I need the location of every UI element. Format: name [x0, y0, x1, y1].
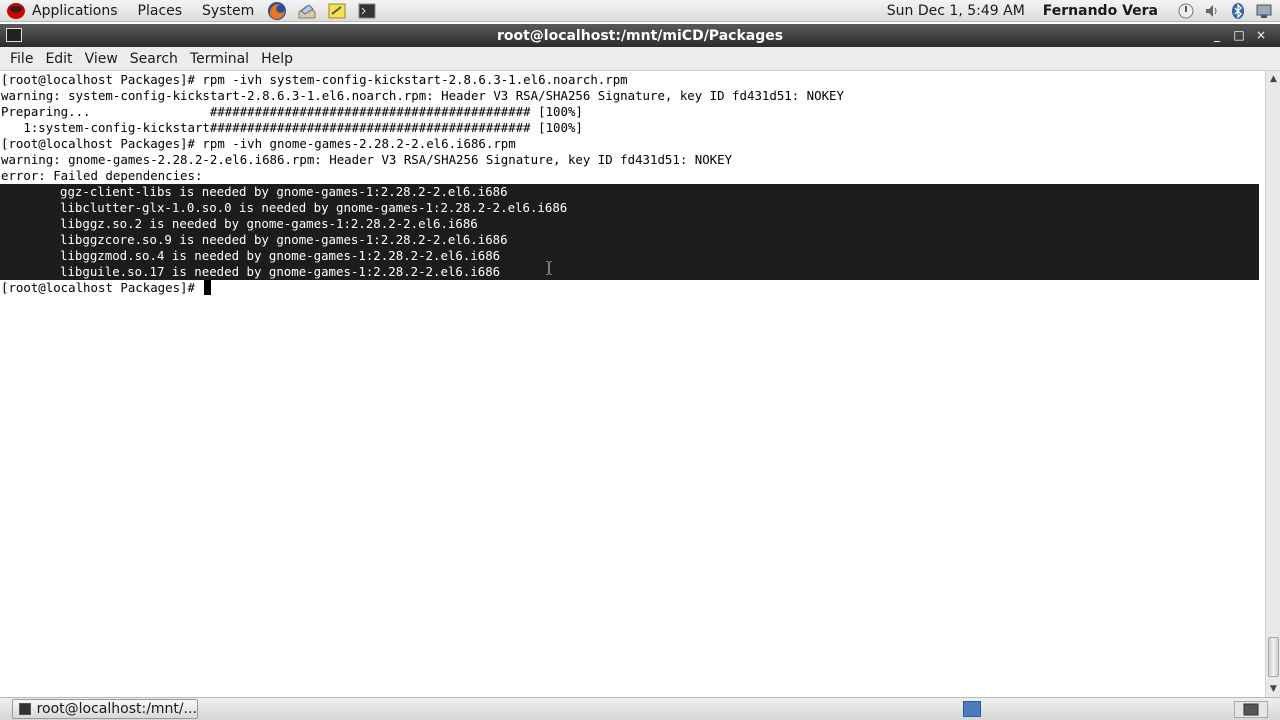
terminal-scrollbar[interactable]: ▲ ▼ — [1265, 71, 1280, 697]
close-button[interactable]: × — [1250, 27, 1272, 43]
terminal-line: Preparing... ###########################… — [1, 104, 583, 119]
update-icon — [1178, 3, 1194, 18]
taskbar-terminal-button[interactable]: root@localhost:/mnt/... — [12, 699, 198, 719]
speaker-icon — [1206, 4, 1217, 17]
prompt-line[interactable]: [root@localhost Packages]# — [0, 280, 1265, 296]
taskbar-terminal-label: root@localhost:/mnt/... — [36, 701, 197, 717]
menu-terminal[interactable]: Terminal — [184, 51, 255, 67]
selected-line: libggz.so.2 is needed by gnome-games-1:2… — [0, 216, 1259, 232]
selected-line: libggzmod.so.4 is needed by gnome-games-… — [0, 248, 1259, 264]
volume-tray[interactable] — [1202, 1, 1222, 21]
menu-file[interactable]: File — [4, 51, 39, 67]
redhat-logo-icon — [7, 2, 25, 19]
terminal-line: warning: system-config-kickstart-2.8.6.3… — [1, 88, 844, 103]
ibeam-cursor-icon — [546, 261, 552, 275]
menu-view[interactable]: View — [79, 51, 124, 67]
menu-search[interactable]: Search — [124, 51, 184, 67]
panel-menus: Applications Places System — [0, 0, 382, 22]
terminal-line: error: Failed dependencies: — [1, 168, 203, 183]
scroll-up-arrow-icon[interactable]: ▲ — [1266, 71, 1280, 87]
prompt-text: [root@localhost Packages]# — [1, 280, 203, 295]
workspace-switcher[interactable] — [963, 701, 981, 717]
mail-icon — [298, 3, 316, 18]
scroll-down-arrow-icon[interactable]: ▼ — [1266, 681, 1280, 697]
clock[interactable]: Sun Dec 1, 5:49 AM — [887, 3, 1025, 19]
places-menu[interactable]: Places — [126, 0, 191, 22]
selected-line-text: libclutter-glx-1.0.so.0 is needed by gno… — [60, 200, 568, 215]
selected-line-text: ggz-client-libs is needed by gnome-games… — [60, 184, 508, 199]
terminal-output[interactable]: [root@localhost Packages]# rpm -ivh syst… — [0, 71, 1265, 697]
terminal-launcher[interactable] — [356, 1, 378, 21]
selected-line-text: libggzmod.so.4 is needed by gnome-games-… — [60, 248, 501, 263]
selected-line: libclutter-glx-1.0.so.0 is needed by gno… — [0, 200, 1259, 216]
window-titlebar[interactable]: root@localhost:/mnt/miCD/Packages _ □ × — [0, 24, 1280, 47]
network-tray[interactable] — [1254, 1, 1274, 21]
minimize-button[interactable]: _ — [1206, 27, 1228, 43]
system-menu[interactable]: System — [190, 0, 262, 22]
notes-launcher[interactable] — [326, 1, 348, 21]
user-name[interactable]: Fernando Vera — [1043, 3, 1158, 19]
panel-status: Sun Dec 1, 5:49 AM Fernando Vera — [887, 0, 1280, 22]
firefox-icon — [268, 1, 287, 20]
selected-line: libguile.so.17 is needed by gnome-games-… — [0, 264, 1259, 280]
terminal-line: 1:system-config-kickstart###############… — [1, 120, 583, 135]
terminal-line: [root@localhost Packages]# rpm -ivh gnom… — [1, 136, 516, 151]
maximize-button[interactable]: □ — [1228, 27, 1250, 43]
bottom-panel: root@localhost:/mnt/... — [0, 697, 1280, 720]
menu-help[interactable]: Help — [255, 51, 299, 67]
window-title: root@localhost:/mnt/miCD/Packages — [496, 27, 784, 44]
trash-applet[interactable] — [1234, 701, 1268, 718]
selected-line: ggz-client-libs is needed by gnome-games… — [0, 184, 1259, 200]
places-menu-label: Places — [137, 2, 183, 19]
text-cursor — [204, 280, 212, 295]
selected-line: libggzcore.so.9 is needed by gnome-games… — [0, 232, 1259, 248]
applications-menu-label: Applications — [32, 2, 118, 19]
bluetooth-tray[interactable] — [1228, 1, 1248, 21]
selected-line-text: libggzcore.so.9 is needed by gnome-games… — [60, 232, 508, 247]
firefox-launcher[interactable] — [266, 1, 288, 21]
update-tray[interactable] — [1176, 1, 1196, 21]
network-icon — [1256, 4, 1272, 18]
applications-menu[interactable]: Applications — [0, 0, 126, 22]
scrollbar-thumb[interactable] — [1268, 637, 1279, 677]
top-panel: Applications Places System Sun Dec 1, 5:… — [0, 0, 1280, 22]
menubar: File Edit View Search Terminal Help — [0, 47, 1280, 71]
menu-edit[interactable]: Edit — [39, 51, 78, 67]
terminal-icon — [358, 3, 376, 18]
window-controls: _ □ × — [1206, 27, 1272, 43]
selected-line-text: libggz.so.2 is needed by gnome-games-1:2… — [60, 216, 478, 231]
mail-launcher[interactable] — [296, 1, 318, 21]
selected-line-text: libguile.so.17 is needed by gnome-games-… — [60, 264, 501, 279]
trash-icon — [1243, 703, 1259, 716]
terminal-task-icon — [19, 703, 31, 715]
system-menu-label: System — [202, 2, 255, 19]
terminal-line: [root@localhost Packages]# rpm -ivh syst… — [1, 72, 628, 87]
bluetooth-icon — [1232, 2, 1244, 19]
notes-icon — [328, 3, 346, 18]
terminal-line: warning: gnome-games-2.28.2-2.el6.i686.r… — [1, 152, 733, 167]
